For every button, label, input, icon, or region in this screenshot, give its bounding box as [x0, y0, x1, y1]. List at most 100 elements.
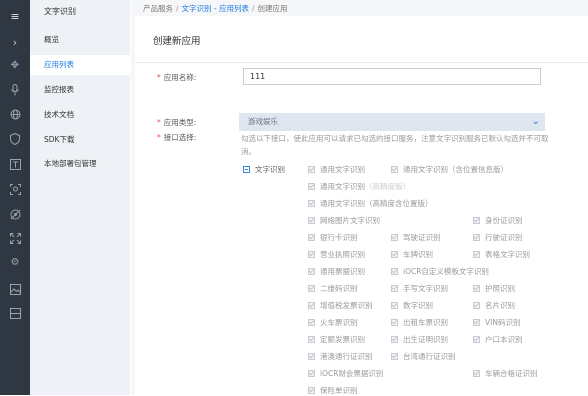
api-label: 数字识别 — [403, 301, 433, 310]
api-label: 通用文字识别（含位置信息版） — [403, 165, 508, 174]
api-checkbox[interactable] — [391, 268, 398, 275]
face-scan-icon[interactable] — [7, 181, 23, 197]
api-label: 表格文字识别 — [485, 250, 530, 259]
api-label: 出租车票识别 — [403, 318, 448, 327]
api-label: 银行卡识别 — [320, 233, 358, 242]
api-checkbox[interactable] — [308, 183, 315, 190]
api-label: 通用文字识别（高精度含位置版） — [320, 199, 433, 208]
sidebar-item-sdk-download[interactable]: SDK下载 — [30, 130, 130, 150]
api-checkbox[interactable] — [391, 166, 398, 173]
api-checkbox[interactable] — [473, 370, 480, 377]
page-title: 创建新应用 — [153, 36, 201, 47]
api-checkbox[interactable] — [391, 302, 398, 309]
group-checkbox[interactable] — [243, 166, 250, 173]
chevron-down-icon: ⌄ — [531, 116, 540, 127]
breadcrumb-section[interactable]: 文字识别 - 应用列表 — [182, 4, 249, 13]
api-checkbox[interactable] — [308, 370, 315, 377]
product-sidebar: 文字识别 概览 应用列表 监控报表 技术文档 SDK下载 本地部署包管理 — [30, 0, 130, 395]
api-checkbox[interactable] — [308, 387, 315, 394]
group-label: 文字识别 — [255, 165, 285, 174]
icon-sidebar: ≡ › ✥ ⚙ — [0, 0, 30, 395]
api-checkbox[interactable] — [308, 251, 315, 258]
api-checkbox[interactable] — [308, 217, 315, 224]
app-type-label: * 应用类型: — [157, 118, 197, 127]
sidebar-item-local-deploy[interactable]: 本地部署包管理 — [30, 154, 130, 174]
api-select-label: * 接口选择: — [157, 133, 197, 142]
api-checkbox[interactable] — [473, 285, 480, 292]
api-label: iOCR自定义模板文字识别 — [403, 267, 489, 276]
chevron-right-icon[interactable]: › — [7, 34, 23, 50]
api-label: 身份证识别 — [485, 216, 523, 225]
api-label: 增值税发票识别 — [320, 301, 373, 310]
sidebar-title: 文字识别 — [44, 7, 76, 16]
api-label: 手写文字识别 — [403, 284, 448, 293]
api-label: 保险单识别 — [320, 386, 358, 395]
api-checkbox[interactable] — [473, 336, 480, 343]
api-checkbox[interactable] — [391, 319, 398, 326]
api-checkbox[interactable] — [308, 302, 315, 309]
api-checkbox[interactable] — [473, 217, 480, 224]
microphone-icon[interactable] — [7, 82, 23, 98]
api-checkbox[interactable] — [308, 353, 315, 360]
sidebar-item-monitor-report[interactable]: 监控报表 — [30, 80, 130, 100]
api-label: VIN码识别 — [485, 318, 521, 327]
breadcrumb-current: 创建应用 — [257, 4, 288, 13]
expand-arrows-icon[interactable] — [7, 230, 23, 246]
api-label: 车辆合格证识别 — [485, 369, 538, 378]
api-label: 通用票据识别 — [320, 267, 365, 276]
app-name-input[interactable]: 111 — [243, 68, 541, 85]
eye-target-icon[interactable] — [7, 206, 23, 222]
api-label: 火车票识别 — [320, 318, 358, 327]
api-label: 定额发票识别 — [320, 335, 365, 344]
api-label: 行驶证识别 — [485, 233, 523, 242]
api-label: 出生证明识别 — [403, 335, 448, 344]
api-label: 驾驶证识别 — [403, 233, 441, 242]
api-label: 名片识别 — [485, 301, 515, 310]
api-label: 户口本识别 — [485, 335, 523, 344]
api-label: 二维码识别 — [320, 284, 358, 293]
api-label: iOCR财会票据识别 — [320, 369, 384, 378]
api-label: 通用文字识别 — [320, 165, 365, 174]
api-checkbox[interactable] — [473, 319, 480, 326]
breadcrumb: 产品服务 / 文字识别 - 应用列表 / 创建应用 — [143, 4, 288, 13]
cluster-icon[interactable]: ✥ — [7, 58, 23, 74]
title-divider — [135, 62, 588, 63]
api-checkbox[interactable] — [308, 319, 315, 326]
api-label: 车牌识别 — [403, 250, 433, 259]
create-app-card: 创建新应用 * 应用名称: 111 * 应用类型: 游戏娱乐 ⌄ * 接口选择: 勾选以… — [135, 16, 588, 395]
id-card-icon[interactable] — [7, 305, 23, 321]
shield-icon[interactable] — [7, 131, 23, 147]
sidebar-item-app-list[interactable]: 应用列表 — [30, 55, 130, 75]
api-description: 勾选以下接口，使此应用可以请求已勾选的接口服务，注意文字识别服务已默认勾选并不可… — [241, 134, 549, 156]
api-label: 护照识别 — [485, 284, 515, 293]
api-checkbox[interactable] — [308, 336, 315, 343]
api-label: 台湾通行证识别 — [403, 352, 456, 361]
app-type-select[interactable]: 游戏娱乐 ⌄ — [239, 113, 545, 131]
image-icon[interactable] — [7, 281, 23, 297]
api-checkbox[interactable] — [391, 251, 398, 258]
api-checkbox[interactable] — [391, 285, 398, 292]
api-checkbox[interactable] — [473, 302, 480, 309]
api-checkbox[interactable] — [308, 166, 315, 173]
globe-icon[interactable] — [7, 106, 23, 122]
api-checkbox[interactable] — [308, 234, 315, 241]
api-checkbox[interactable] — [391, 234, 398, 241]
cog-icon[interactable]: ⚙ — [7, 255, 23, 271]
api-checkbox[interactable] — [308, 200, 315, 207]
api-checkbox[interactable] — [473, 251, 480, 258]
sidebar-item-overview[interactable]: 概览 — [30, 30, 130, 50]
api-checkbox[interactable] — [473, 234, 480, 241]
text-box-icon[interactable] — [7, 156, 23, 172]
api-label: 港澳通行证识别 — [320, 352, 373, 361]
api-checkbox[interactable] — [308, 285, 315, 292]
api-checkbox[interactable] — [308, 268, 315, 275]
app-name-label: * 应用名称: — [157, 73, 197, 82]
api-checkbox[interactable] — [391, 353, 398, 360]
api-label: 通用文字识别（高精度版） — [320, 182, 410, 191]
sidebar-item-tech-docs[interactable]: 技术文档 — [30, 105, 130, 125]
api-checkbox[interactable] — [391, 336, 398, 343]
api-label: 网络图片文字识别 — [320, 216, 380, 225]
menu-icon[interactable]: ≡ — [7, 8, 23, 24]
breadcrumb-root[interactable]: 产品服务 — [143, 4, 173, 13]
api-label: 营业执照识别 — [320, 250, 365, 259]
